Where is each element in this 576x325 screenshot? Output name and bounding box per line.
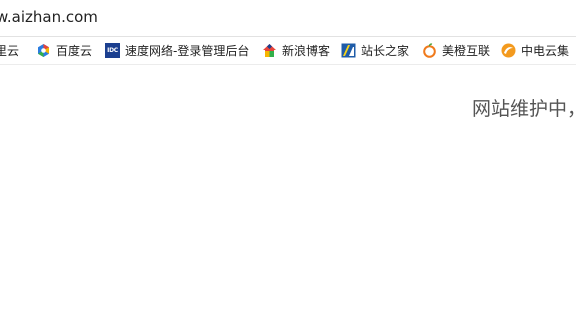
bookmarks-bar: 里云 百度云 IDC 速度网络-登录管理后台 <box>0 37 576 65</box>
bookmark-aliyun[interactable]: 里云 <box>0 37 19 64</box>
zhongdian-icon <box>501 43 516 58</box>
bookmark-label: 站长之家 <box>361 44 410 58</box>
bookmark-baidu-cloud[interactable]: 百度云 <box>36 37 92 64</box>
url-text[interactable]: w.aizhan.com <box>0 8 98 26</box>
bookmark-label: 美橙互联 <box>442 44 491 58</box>
bookmark-sina-blog[interactable]: 新浪博客 <box>262 37 330 64</box>
bookmark-label: 中电云集 <box>521 44 570 58</box>
bookmark-idc[interactable]: IDC 速度网络-登录管理后台 <box>105 37 249 64</box>
bookmark-label: 速度网络-登录管理后台 <box>125 44 250 58</box>
idc-icon: IDC <box>105 43 120 58</box>
bookmark-label: 里云 <box>0 44 20 58</box>
idc-icon-text: IDC <box>107 47 118 54</box>
bookmark-orange[interactable]: 美橙互联 <box>422 37 490 64</box>
maintenance-message: 网站维护中， <box>472 98 576 120</box>
bookmark-zhongdian[interactable]: 中电云集 <box>501 37 569 64</box>
bookmark-chinaz[interactable]: 站长之家 <box>341 37 409 64</box>
sina-blog-icon <box>262 43 277 58</box>
orange-icon <box>422 43 437 58</box>
chinaz-icon <box>341 43 356 58</box>
address-bar[interactable]: w.aizhan.com <box>0 0 576 37</box>
bookmark-label: 新浪博客 <box>282 44 331 58</box>
baidu-cloud-icon <box>36 43 51 58</box>
bookmark-label: 百度云 <box>56 44 93 58</box>
